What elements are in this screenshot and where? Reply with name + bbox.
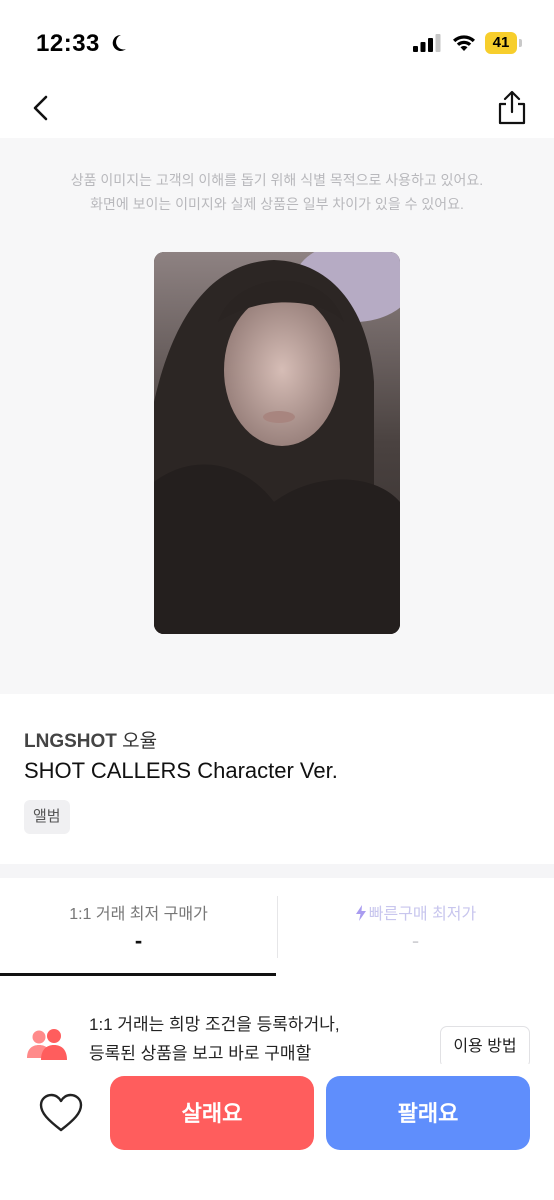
- tab-price: -: [411, 928, 420, 953]
- guide-text-line: 1:1 거래는 희망 조건을 등록하거나,: [89, 1015, 340, 1034]
- bottom-action-bar: 살래요 팔래요: [0, 1064, 554, 1200]
- lightning-icon: [355, 905, 366, 921]
- heart-icon[interactable]: [38, 1092, 84, 1134]
- wifi-icon: [453, 35, 475, 51]
- people-icon: [27, 1029, 67, 1060]
- battery-level: 41: [492, 34, 510, 51]
- image-notice-line: 화면에 보이는 이미지와 실제 상품은 일부 차이가 있을 수 있어요.: [90, 196, 464, 212]
- category-tag: 앨범: [24, 800, 70, 834]
- album-title: SHOT CALLERS Character Ver.: [24, 758, 338, 783]
- share-icon[interactable]: [494, 88, 530, 128]
- image-notice-line: 상품 이미지는 고객의 이해를 돕기 위해 식별 목적으로 사용하고 있어요.: [70, 172, 484, 188]
- tab-label: 1:1 거래 최저 구매가: [69, 906, 208, 923]
- price-tabs: 1:1 거래 최저 구매가 - 빠른구매 최저가 -: [0, 878, 554, 976]
- tab-direct-trade[interactable]: 1:1 거래 최저 구매가 -: [0, 878, 277, 976]
- battery-icon: 41: [485, 32, 523, 54]
- artist-member: 오율: [122, 731, 158, 752]
- back-arrow-icon[interactable]: [26, 90, 58, 126]
- product-photo[interactable]: [154, 252, 400, 634]
- sell-button[interactable]: 팔래요: [326, 1076, 530, 1150]
- tab-label: 빠른구매 최저가: [368, 906, 477, 923]
- moon-icon: [112, 34, 126, 51]
- signal-icon: [413, 34, 441, 52]
- status-bar: 12:33 41: [0, 0, 554, 80]
- tab-price: -: [134, 928, 143, 953]
- how-to-use-button[interactable]: 이용 방법: [440, 1026, 530, 1068]
- top-nav: [0, 80, 554, 138]
- status-time: 12:33: [36, 30, 100, 57]
- image-notice: 상품 이미지는 고객의 이해를 돕기 위해 식별 목적으로 사용하고 있어요. …: [0, 168, 554, 216]
- product-info: LNGSHOT 오율 SHOT CALLERS Character Ver. 앨…: [0, 694, 554, 864]
- buy-button[interactable]: 살래요: [110, 1076, 314, 1150]
- photocard-image: [154, 252, 400, 634]
- artist-line: LNGSHOT 오율: [24, 726, 157, 753]
- artist-group[interactable]: LNGSHOT: [24, 731, 117, 752]
- section-divider: [0, 864, 554, 878]
- product-image-area: 상품 이미지는 고객의 이해를 돕기 위해 식별 목적으로 사용하고 있어요. …: [0, 138, 554, 694]
- guide-text: 1:1 거래는 희망 조건을 등록하거나, 등록된 상품을 보고 바로 구매할: [89, 1010, 340, 1068]
- trade-guide: 1:1 거래는 희망 조건을 등록하거나, 등록된 상품을 보고 바로 구매할 …: [0, 976, 554, 1076]
- tab-fast-buy[interactable]: 빠른구매 최저가 -: [277, 878, 554, 976]
